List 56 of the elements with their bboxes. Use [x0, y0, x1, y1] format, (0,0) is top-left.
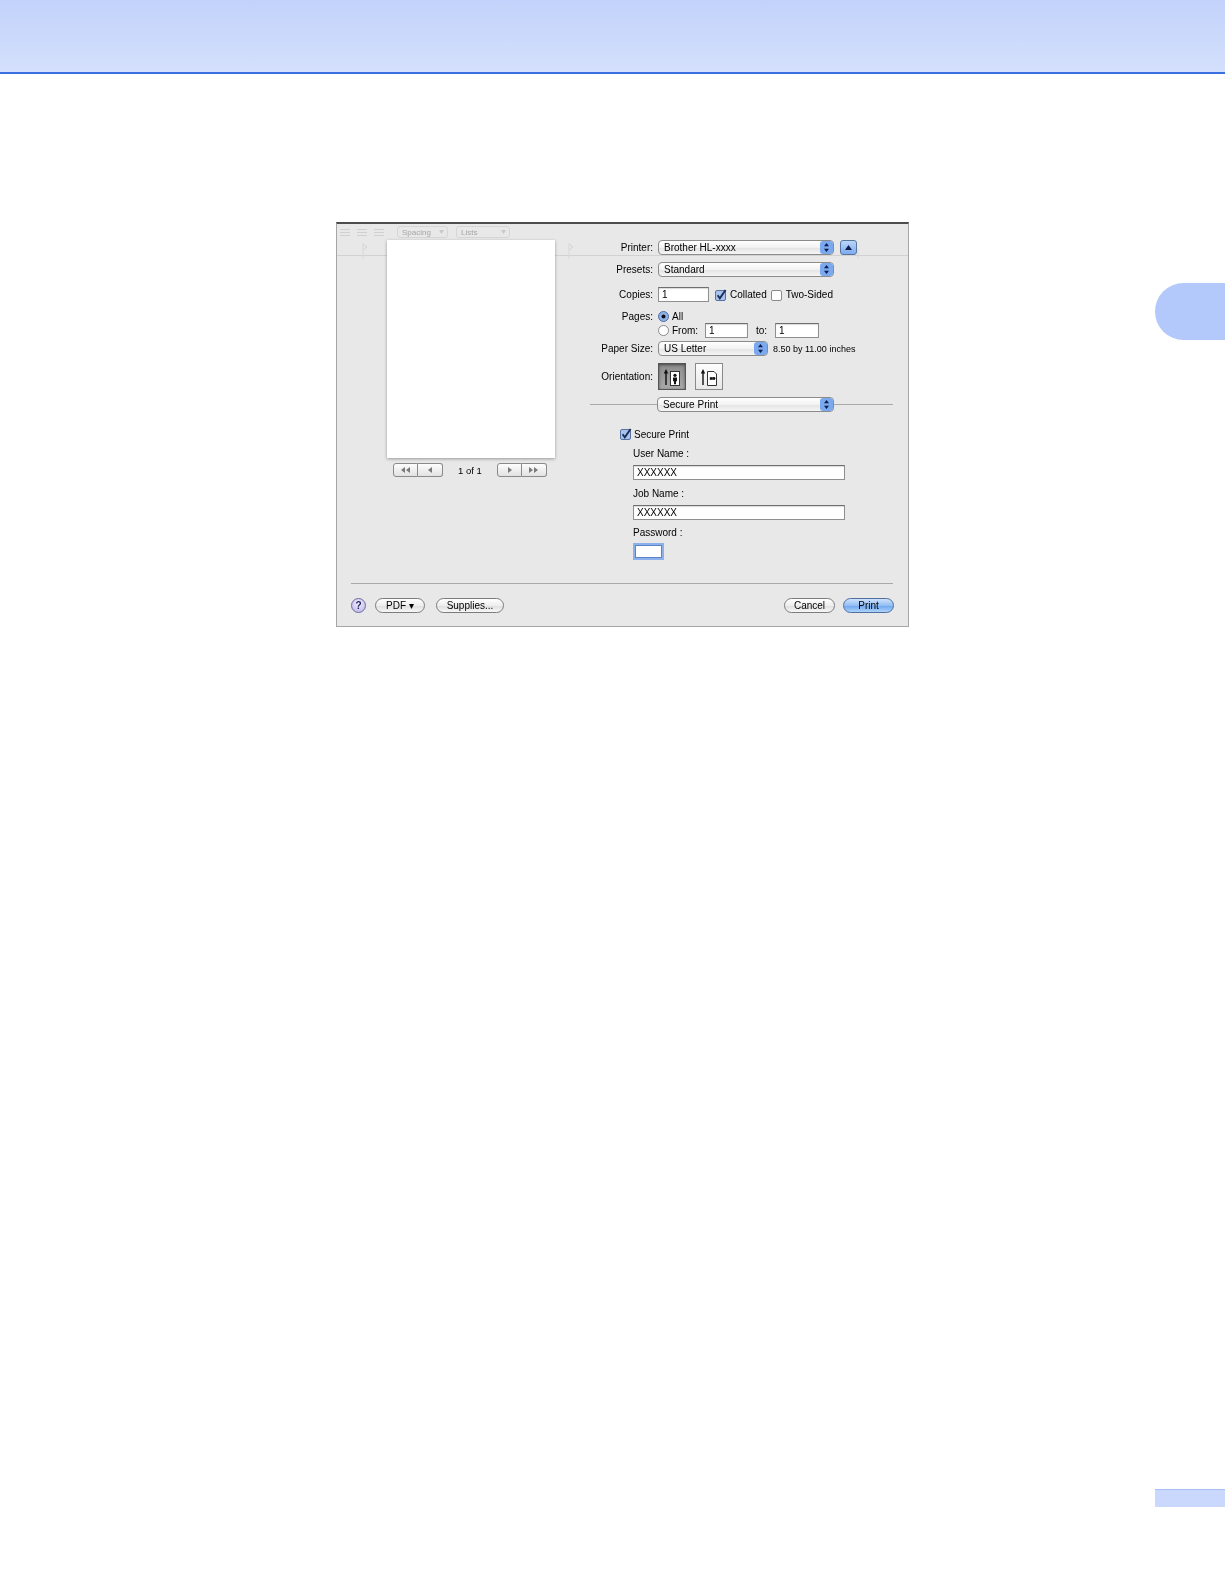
field-label: Copies:: [618, 289, 653, 300]
help-button[interactable]: ?: [351, 598, 366, 613]
checkbox-label[interactable]: Collated: [730, 289, 767, 300]
up-down-arrows-icon: [820, 241, 833, 254]
popup-menu[interactable]: Brother HL-xxxx: [658, 240, 834, 255]
last-page-button[interactable]: [521, 463, 547, 477]
next-page-button[interactable]: [496, 463, 522, 477]
field-label: Printer:: [619, 242, 653, 253]
field-label: Job Name :: [633, 487, 685, 499]
field-label: Orientation:: [600, 371, 653, 382]
portrait-button[interactable]: [658, 363, 686, 390]
checkbox[interactable]: [770, 288, 783, 301]
page-number-bar: [1155, 1489, 1225, 1507]
from-page-field[interactable]: 1: [705, 323, 748, 338]
radio-button[interactable]: [658, 310, 669, 322]
checkbox-label[interactable]: Two-Sided: [785, 289, 833, 300]
cancel-button[interactable]: Cancel: [784, 598, 835, 613]
field-label: Password :: [633, 526, 683, 538]
field-label: Pages:: [620, 310, 653, 322]
chapter-marker: [1155, 283, 1225, 340]
page-indicator: 1 of 1: [458, 464, 482, 476]
landscape-button[interactable]: [695, 363, 723, 390]
text-lines-icon: [340, 227, 350, 237]
checkbox-label[interactable]: Secure Print: [634, 428, 690, 440]
pdf-menu-button[interactable]: PDF ▾: [375, 598, 425, 613]
checkbox[interactable]: [620, 428, 632, 440]
field-label: Paper Size:: [600, 343, 653, 354]
caret-icon: [501, 230, 506, 234]
up-triangle-icon: [845, 245, 852, 250]
to-page-field[interactable]: 1: [775, 323, 819, 338]
text-field[interactable]: XXXXXX: [633, 505, 845, 520]
caret-icon: [439, 230, 444, 234]
first-page-button[interactable]: [393, 463, 418, 477]
text-lines-icon: [357, 227, 367, 237]
radio-button[interactable]: [658, 325, 669, 336]
up-down-arrows-icon: [754, 342, 767, 355]
radio-label[interactable]: All: [672, 310, 684, 322]
paper-dimensions: 8.50 by 11.00 inches: [773, 343, 856, 354]
field-label: to:: [756, 325, 769, 336]
popup-menu[interactable]: Secure Print: [657, 397, 834, 412]
popup-menu[interactable]: Standard: [658, 262, 834, 277]
previous-page-button[interactable]: [418, 463, 443, 477]
text-field[interactable]: XXXXXX: [633, 465, 845, 480]
checkbox[interactable]: [715, 288, 727, 301]
up-down-arrows-icon: [820, 263, 833, 276]
popup-menu[interactable]: US Letter: [658, 341, 768, 356]
field-label: User Name :: [633, 447, 690, 459]
text-lines-icon: [374, 227, 384, 237]
password-field[interactable]: [633, 543, 664, 560]
details-button[interactable]: [840, 240, 857, 255]
print-button[interactable]: Print: [843, 598, 894, 613]
copies-field[interactable]: 1: [658, 287, 709, 302]
supplies-button[interactable]: Supplies...: [436, 598, 504, 613]
up-down-arrows-icon: [820, 398, 833, 411]
field-label: Presets:: [615, 264, 653, 275]
radio-label[interactable]: From:: [672, 325, 699, 336]
